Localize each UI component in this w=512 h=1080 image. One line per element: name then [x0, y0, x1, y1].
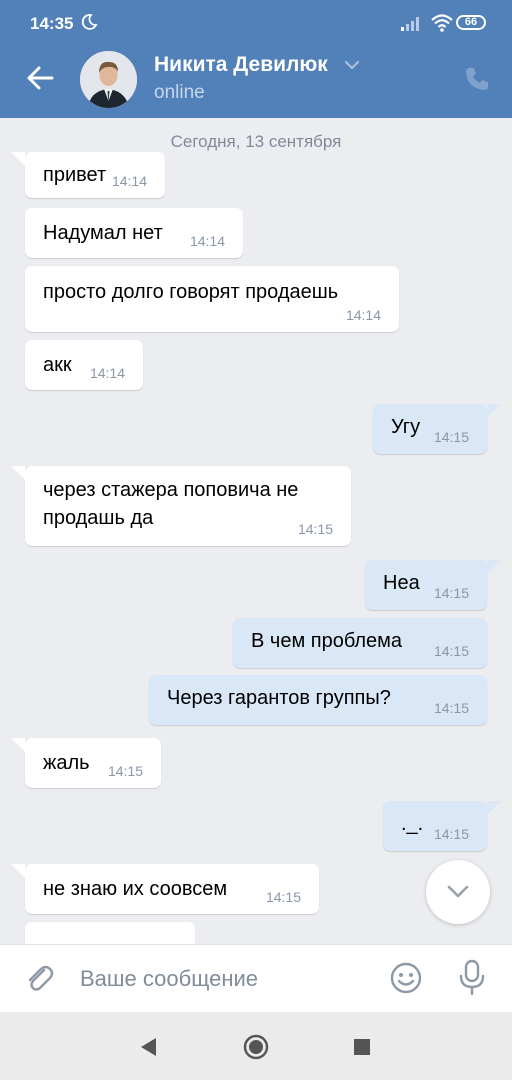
message-bubble-incoming[interactable]: жаль 14:15 [11, 738, 161, 788]
wifi-icon [431, 14, 453, 32]
status-time: 14:35 [30, 14, 74, 33]
message-bubble-incoming[interactable]: Надумал нет 14:14 [25, 208, 243, 258]
message-bubble-incoming[interactable] [25, 922, 195, 944]
message-time: 14:14 [89, 365, 125, 381]
contact-status: online [154, 82, 205, 103]
message-bubble-incoming[interactable]: через стажера поповича не продашь да 14:… [11, 466, 351, 546]
moon-icon [81, 14, 98, 30]
message-text: привет [43, 164, 107, 186]
chevron-down-icon[interactable] [344, 60, 360, 70]
nav-recent-apps-icon[interactable] [353, 1038, 371, 1056]
nav-home-icon[interactable] [243, 1034, 269, 1060]
message-time: 14:14 [111, 173, 147, 189]
message-bubble-incoming[interactable]: акк 14:14 [25, 340, 143, 390]
message-time: 14:15 [433, 429, 469, 445]
message-bubble-outgoing[interactable]: Через гарантов группы? 14:15 [149, 675, 487, 725]
status-bar: 14:35 66 [0, 0, 512, 46]
message-time: 14:15 [433, 585, 469, 601]
message-text: не знаю их соовсем [43, 878, 228, 900]
message-bubble-outgoing[interactable]: Угу 14:15 [373, 404, 501, 454]
message-text: акк [43, 354, 72, 376]
phone-icon[interactable] [464, 66, 490, 92]
message-time: 14:14 [345, 307, 381, 323]
message-bubble-incoming[interactable]: привет 14:14 [11, 152, 165, 198]
message-bubble-incoming[interactable]: не знаю их соовсем 14:15 [11, 864, 319, 914]
microphone-icon[interactable] [458, 959, 486, 997]
message-text: В чем проблема [251, 630, 403, 652]
nav-back-icon[interactable] [138, 1036, 158, 1058]
chevron-down-icon [447, 885, 469, 898]
date-separator-label: Сегодня, 13 сентября [162, 132, 350, 152]
avatar-image [80, 51, 137, 108]
message-bubble-outgoing[interactable]: Неа 14:15 [365, 560, 501, 610]
scroll-to-bottom-button[interactable] [426, 860, 490, 924]
message-time: 14:15 [433, 826, 469, 842]
message-text: просто долго говорят продаешь [43, 281, 339, 303]
message-text: Надумал нет [43, 222, 163, 244]
contact-name[interactable]: Никита Девилюк [154, 53, 328, 77]
message-text: Угу [391, 416, 421, 438]
message-time: 14:15 [265, 889, 301, 905]
message-text: Через гарантов группы? [167, 687, 391, 709]
message-bubble-outgoing[interactable]: В чем проблема 14:15 [233, 618, 487, 668]
message-time: 14:15 [297, 521, 333, 537]
message-time: 14:14 [189, 233, 225, 249]
battery-icon: 66 [456, 15, 486, 30]
message-bubble-outgoing[interactable]: ._. 14:15 [383, 801, 501, 851]
message-time: 14:15 [107, 763, 143, 779]
message-text: ._. [401, 813, 424, 835]
message-composer [0, 944, 512, 1012]
sticker-icon[interactable] [390, 962, 422, 994]
paperclip-icon[interactable] [22, 961, 56, 995]
chat-area[interactable]: Сегодня, 13 сентября привет 14:14 Надума… [0, 118, 512, 944]
back-arrow-icon[interactable] [22, 60, 58, 96]
system-navigation-bar [0, 1012, 512, 1080]
chat-header: 14:35 66 Никита Девилюк online [0, 0, 512, 118]
message-text: Неа [383, 572, 420, 594]
message-time: 14:15 [433, 643, 469, 659]
message-text: жаль [43, 752, 90, 774]
avatar[interactable] [80, 51, 137, 108]
message-input[interactable] [80, 959, 370, 999]
signal-icon [401, 17, 419, 31]
message-bubble-incoming[interactable]: просто долго говорят продаешь 14:14 [25, 266, 399, 332]
date-separator: Сегодня, 13 сентября [0, 132, 512, 152]
message-time: 14:15 [433, 700, 469, 716]
